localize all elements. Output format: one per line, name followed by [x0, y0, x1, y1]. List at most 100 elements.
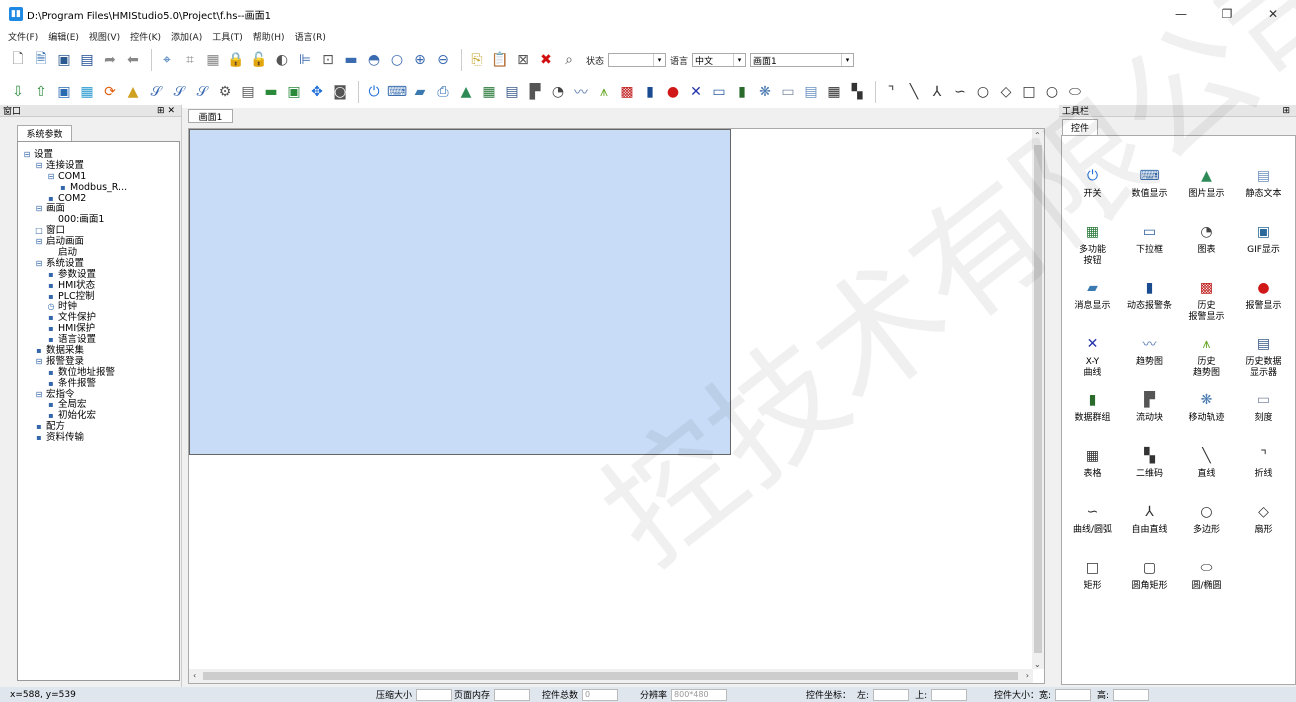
- tool-item[interactable]: ⅄ 自由直线: [1121, 498, 1178, 554]
- tool-item[interactable]: ∽ 曲线/圆弧: [1064, 498, 1121, 554]
- find-icon[interactable]: ⌕: [559, 50, 579, 70]
- pin-close-icon[interactable]: ⊞ ✕: [157, 106, 175, 116]
- upload-icon[interactable]: ⇧: [31, 82, 51, 102]
- refresh-icon[interactable]: ⟳: [100, 82, 120, 102]
- tool-item[interactable]: ⩚ 历史 趋势图: [1178, 330, 1235, 386]
- tree-item[interactable]: ◷ 时钟: [18, 302, 179, 313]
- compile-icon[interactable]: ▣: [54, 82, 74, 102]
- tree-item[interactable]: 000:画面1: [18, 214, 179, 226]
- vertical-scrollbar[interactable]: ⌃ ⌄: [1032, 129, 1044, 669]
- tool-item[interactable]: ⌝ 折线: [1235, 442, 1292, 498]
- lock-icon[interactable]: 🔒: [226, 50, 246, 70]
- rounded-rect-icon[interactable]: ⬭: [1065, 82, 1085, 102]
- tree-item[interactable]: ⊟ 设置: [18, 149, 179, 161]
- history-icon[interactable]: ▤: [502, 82, 522, 102]
- image-icon[interactable]: ▲: [456, 82, 476, 102]
- tab-controls[interactable]: 控件: [1062, 119, 1098, 135]
- scroll-thumb[interactable]: [203, 672, 1018, 680]
- tree-item[interactable]: ▪ Modbus_R...: [18, 182, 179, 194]
- tool-item[interactable]: ○ 多边形: [1178, 498, 1235, 554]
- rotate-icon[interactable]: ◓: [364, 50, 384, 70]
- language-select[interactable]: 中文 ▾: [692, 53, 747, 67]
- text-icon[interactable]: 𝒮: [146, 82, 166, 102]
- tool-item[interactable]: ▚ 二维码: [1121, 442, 1178, 498]
- tree-item[interactable]: □ 窗口: [18, 225, 179, 237]
- free-line-icon[interactable]: ⅄: [927, 82, 947, 102]
- tool-item[interactable]: ▤ 历史数据 显示器: [1235, 330, 1292, 386]
- tool-item[interactable]: ▭ 下拉框: [1121, 218, 1178, 274]
- tool-item[interactable]: ◔ 图表: [1178, 218, 1235, 274]
- history-alarm-icon[interactable]: ▩: [617, 82, 637, 102]
- tool-item[interactable]: ✕ X-Y 曲线: [1064, 330, 1121, 386]
- chevron-up-icon[interactable]: ⌃: [1034, 131, 1041, 140]
- monitor-icon[interactable]: ▣: [284, 82, 304, 102]
- zoom-reset-icon[interactable]: ○: [387, 50, 407, 70]
- design-canvas[interactable]: ⌃ ⌄ ‹ ›: [188, 128, 1045, 684]
- rectangle-icon[interactable]: □: [1019, 82, 1039, 102]
- tool-item[interactable]: ⏻ 开关: [1064, 162, 1121, 218]
- scale-icon[interactable]: ▭: [778, 82, 798, 102]
- tree-item[interactable]: ▪ 数据采集: [18, 345, 179, 357]
- tool-item[interactable]: ● 报警显示: [1235, 274, 1292, 330]
- zoom-in-icon[interactable]: ⊕: [410, 50, 430, 70]
- download-icon[interactable]: ⇩: [8, 82, 28, 102]
- chevron-right-icon[interactable]: ›: [1026, 671, 1029, 680]
- tree-item[interactable]: ▪ 配方: [18, 421, 179, 433]
- redo-icon[interactable]: ➦: [100, 50, 120, 70]
- tree-item[interactable]: ▪ COM2: [18, 193, 179, 205]
- state-select[interactable]: ▾: [608, 53, 667, 67]
- dropdown-icon[interactable]: ▭: [709, 82, 729, 102]
- contrast-icon[interactable]: ◐: [272, 50, 292, 70]
- alarm-bar-icon[interactable]: ▮: [640, 82, 660, 102]
- tree-item[interactable]: ▪ 数位地址报警: [18, 367, 179, 379]
- undo-icon[interactable]: ⬅: [123, 50, 143, 70]
- menu-add[interactable]: 添加(A): [171, 30, 202, 43]
- tool-item[interactable]: ▢ 圆角矩形: [1121, 554, 1178, 610]
- camera-icon[interactable]: ◙: [330, 82, 350, 102]
- tree-item[interactable]: ▪ HMI保护: [18, 323, 179, 335]
- table-icon[interactable]: ▦: [824, 82, 844, 102]
- tool-item[interactable]: ▦ 表格: [1064, 442, 1121, 498]
- duplicate-icon[interactable]: ⊠: [513, 50, 533, 70]
- tool-item[interactable]: ◇ 扇形: [1235, 498, 1292, 554]
- tool-item[interactable]: ╲ 直线: [1178, 442, 1235, 498]
- tree-item[interactable]: ▪ 语言设置: [18, 334, 179, 346]
- tree-item[interactable]: ▪ 初始化宏: [18, 410, 179, 422]
- new-project-icon[interactable]: 🗎: [31, 50, 51, 70]
- xy-curve-icon[interactable]: ✕: [686, 82, 706, 102]
- circle-icon[interactable]: ○: [1042, 82, 1062, 102]
- menu-language[interactable]: 语言(R): [295, 30, 326, 43]
- tab-system-params[interactable]: 系统参数: [17, 125, 72, 141]
- menu-edit[interactable]: 编辑(E): [48, 30, 79, 43]
- open-icon[interactable]: ▣: [54, 50, 74, 70]
- tree-item[interactable]: 启动: [18, 247, 179, 259]
- curve-icon[interactable]: ∽: [950, 82, 970, 102]
- tool-item[interactable]: ▦ 多功能 按钮: [1064, 218, 1121, 274]
- tool-item[interactable]: ▮ 数据群组: [1064, 386, 1121, 442]
- pin-icon[interactable]: ⊞: [1282, 106, 1290, 116]
- align-icon[interactable]: ⊫: [295, 50, 315, 70]
- message-icon[interactable]: ▰: [410, 82, 430, 102]
- menu-view[interactable]: 视图(V): [89, 30, 120, 43]
- alarm-icon[interactable]: ●: [663, 82, 683, 102]
- tool-item[interactable]: ▛ 流动块: [1121, 386, 1178, 442]
- screen-select[interactable]: 画面1 ▾: [750, 53, 855, 67]
- tree-item[interactable]: ▪ 条件报警: [18, 378, 179, 390]
- tool-item[interactable]: ▣ GIF显示: [1235, 218, 1292, 274]
- minimize-button[interactable]: —: [1158, 0, 1204, 28]
- layer-icon[interactable]: ▬: [341, 50, 361, 70]
- tool-item[interactable]: ▰ 消息显示: [1064, 274, 1121, 330]
- tool-item[interactable]: ❋ 移动轨迹: [1178, 386, 1235, 442]
- tab-screen1[interactable]: 画面1: [188, 109, 233, 123]
- move-icon[interactable]: ✥: [307, 82, 327, 102]
- numeric-icon[interactable]: ⌨: [387, 82, 407, 102]
- tool-item[interactable]: ⬭ 圆/椭圆: [1178, 554, 1235, 610]
- chevron-down-icon[interactable]: ⌄: [1034, 660, 1041, 669]
- tool-item[interactable]: ▭ 刻度: [1235, 386, 1292, 442]
- static-text-icon[interactable]: ▤: [801, 82, 821, 102]
- text-3-icon[interactable]: 𝒮: [192, 82, 212, 102]
- tree-item[interactable]: ▪ 参数设置: [18, 269, 179, 281]
- scroll-thumb[interactable]: [1034, 145, 1042, 653]
- line-icon[interactable]: ╲: [904, 82, 924, 102]
- size-icon[interactable]: ⊡: [318, 50, 338, 70]
